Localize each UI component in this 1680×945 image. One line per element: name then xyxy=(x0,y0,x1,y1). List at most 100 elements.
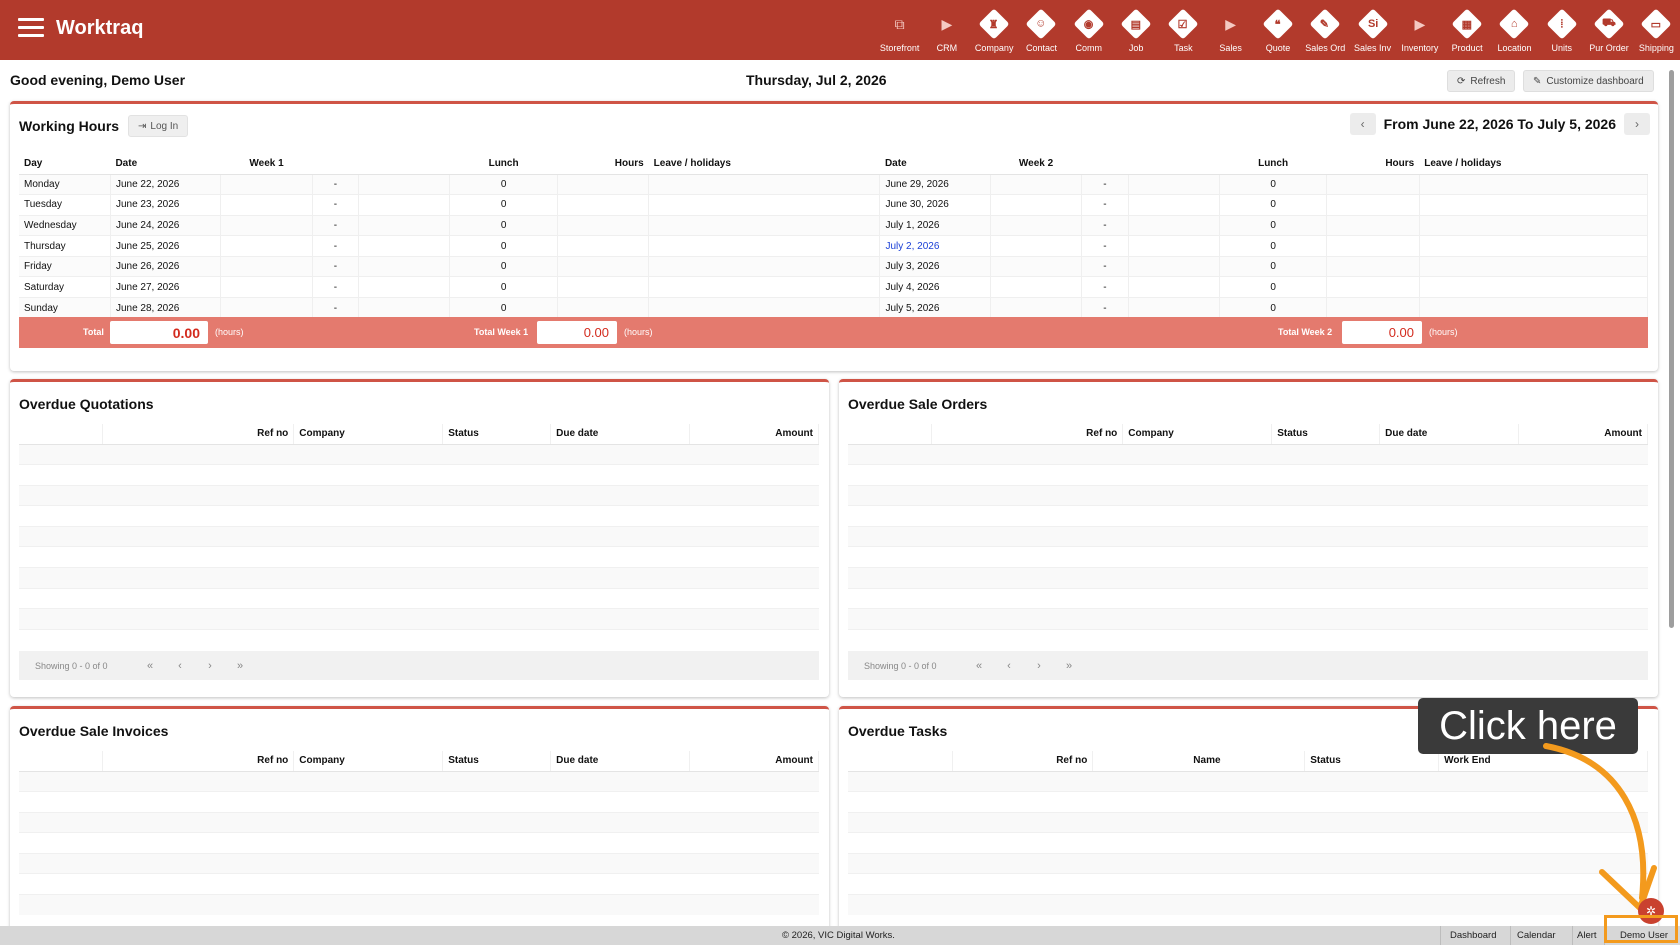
nav-sales[interactable]: ▶ Sales xyxy=(1207,0,1254,60)
cell-date2: July 3, 2026 xyxy=(879,255,991,277)
refresh-button[interactable]: ⟳ Refresh xyxy=(1447,70,1516,92)
app-title[interactable]: Worktraq xyxy=(56,17,143,40)
col-status[interactable]: Status xyxy=(1271,424,1381,445)
cell-lunch1: 0 xyxy=(449,173,558,195)
table-row xyxy=(848,894,1648,916)
sale-orders-pager: Showing 0 - 0 of 0 « ‹ › » xyxy=(848,651,1648,680)
col-ref-no[interactable]: Ref no xyxy=(952,751,1094,772)
nav-sales-ord[interactable]: ✎ Sales Ord xyxy=(1302,0,1349,60)
cell-dash1: - xyxy=(312,297,360,319)
nav-sales-inv[interactable]: Si Sales Inv xyxy=(1349,0,1396,60)
col-due-date[interactable]: Due date xyxy=(550,424,691,445)
chevron-right-icon: ▶ xyxy=(1225,15,1237,32)
footer-calendar-link[interactable]: Calendar xyxy=(1517,930,1556,941)
nav-job[interactable]: ▤ Job xyxy=(1112,0,1159,60)
col-status[interactable]: Status xyxy=(1304,751,1440,772)
menu-icon[interactable] xyxy=(18,18,44,38)
col-amount[interactable]: Amount xyxy=(689,751,819,772)
shipping-icon: ▭ xyxy=(1640,8,1672,40)
nav-label: Location xyxy=(1497,43,1532,53)
cell-dash1: - xyxy=(312,173,360,195)
col-ref-no[interactable]: Ref no xyxy=(931,424,1124,445)
working-hours-row: Saturday June 27, 2026 - 0 July 4, 2026 - 0 xyxy=(19,276,1649,298)
overdue-sale-orders-panel: Overdue Sale Orders Ref no Company Statu… xyxy=(839,379,1658,697)
table-row xyxy=(848,832,1648,854)
col-ref-no[interactable]: Ref no xyxy=(102,751,295,772)
table-row xyxy=(19,832,819,854)
greeting: Good evening, Demo User xyxy=(10,72,186,88)
nav-company[interactable]: ♜ Company xyxy=(971,0,1018,60)
cell-day: Wednesday xyxy=(19,214,111,236)
cell-lunch1: 0 xyxy=(449,194,558,216)
total-week1-field[interactable]: 0.00 xyxy=(537,321,617,344)
nav-pur-order[interactable]: ⛟ Pur Order xyxy=(1585,0,1632,60)
last-page-icon[interactable]: » xyxy=(225,660,255,672)
next-range-button[interactable]: › xyxy=(1624,113,1650,135)
cell-date2: June 29, 2026 xyxy=(879,173,991,195)
col-due-date[interactable]: Due date xyxy=(1379,424,1520,445)
purchase-order-icon: ⛟ xyxy=(1593,8,1625,40)
nav-shipping[interactable]: ▭ Shipping xyxy=(1633,0,1680,60)
first-page-icon[interactable]: « xyxy=(964,660,994,672)
nav-task[interactable]: ☑ Task xyxy=(1160,0,1207,60)
prev-page-icon[interactable]: ‹ xyxy=(994,660,1024,672)
edit-icon: ✎ xyxy=(1533,75,1542,87)
week2-unit: (hours) xyxy=(1429,327,1458,337)
total-hours-field[interactable]: 0.00 xyxy=(110,321,208,344)
col-amount[interactable]: Amount xyxy=(1518,424,1648,445)
nav-crm[interactable]: ▶ CRM xyxy=(923,0,970,60)
scrollbar-thumb[interactable] xyxy=(1669,70,1674,628)
last-page-icon[interactable]: » xyxy=(1054,660,1084,672)
nav-quote[interactable]: ❝ Quote xyxy=(1254,0,1301,60)
next-page-icon[interactable]: › xyxy=(195,660,225,672)
nav-units[interactable]: ⦙ Units xyxy=(1538,0,1585,60)
col-amount[interactable]: Amount xyxy=(689,424,819,445)
total-unit: (hours) xyxy=(215,327,244,337)
col-due-date[interactable]: Due date xyxy=(550,751,691,772)
cell-dash2: - xyxy=(1081,297,1129,319)
col-company[interactable]: Company xyxy=(293,751,444,772)
cell-dash1: - xyxy=(312,255,360,277)
table-row xyxy=(848,525,1648,547)
total-week2-field[interactable]: 0.00 xyxy=(1342,321,1422,344)
working-hours-row: Monday June 22, 2026 - 0 June 29, 2026 - 0 xyxy=(19,173,1649,195)
product-icon: ▦ xyxy=(1451,8,1483,40)
total-label: Total xyxy=(83,327,104,337)
nav-label: Inventory xyxy=(1401,43,1439,53)
col-leave: Leave / holidays xyxy=(648,154,880,175)
col-name[interactable]: Name xyxy=(1092,751,1306,772)
nav-storefront[interactable]: ⧉ Storefront xyxy=(876,0,923,60)
arrow-icon xyxy=(1543,743,1657,911)
working-hours-row: Thursday June 25, 2026 - 0 July 2, 2026 - 0 xyxy=(19,235,1649,257)
table-row xyxy=(848,811,1648,833)
cell-lunch1: 0 xyxy=(449,255,558,277)
log-in-button[interactable]: ⇥ Log In xyxy=(128,115,189,137)
nav-label: Storefront xyxy=(879,43,920,53)
customize-dashboard-button[interactable]: ✎ Customize dashboard xyxy=(1523,70,1654,92)
nav-contact[interactable]: ☺ Contact xyxy=(1018,0,1065,60)
nav-location[interactable]: ⌂ Location xyxy=(1491,0,1538,60)
first-page-icon[interactable]: « xyxy=(135,660,165,672)
table-row xyxy=(19,546,819,568)
table-row xyxy=(848,628,1648,650)
previous-range-button[interactable]: ‹ xyxy=(1349,113,1376,135)
footer-dashboard-link[interactable]: Dashboard xyxy=(1450,930,1496,941)
cell-date1: June 23, 2026 xyxy=(110,194,222,216)
working-hours-row: Sunday June 28, 2026 - 0 July 5, 2026 - 0 xyxy=(19,297,1649,319)
col-company[interactable]: Company xyxy=(1122,424,1273,445)
col-status[interactable]: Status xyxy=(442,424,552,445)
nav-product[interactable]: ▦ Product xyxy=(1444,0,1491,60)
quote-icon: ❝ xyxy=(1262,8,1294,40)
footer-alert-link[interactable]: Alert xyxy=(1577,930,1597,941)
col-ref-no[interactable]: Ref no xyxy=(102,424,295,445)
table-row xyxy=(848,770,1648,792)
nav-inventory[interactable]: ▶ Inventory xyxy=(1396,0,1443,60)
prev-page-icon[interactable]: ‹ xyxy=(165,660,195,672)
nav-comm[interactable]: ◉ Comm xyxy=(1065,0,1112,60)
col-status[interactable]: Status xyxy=(442,751,552,772)
cell-dash1: - xyxy=(312,276,360,298)
col-company[interactable]: Company xyxy=(293,424,444,445)
nav-label: Quote xyxy=(1265,43,1291,53)
next-page-icon[interactable]: › xyxy=(1024,660,1054,672)
table-row xyxy=(19,443,819,465)
